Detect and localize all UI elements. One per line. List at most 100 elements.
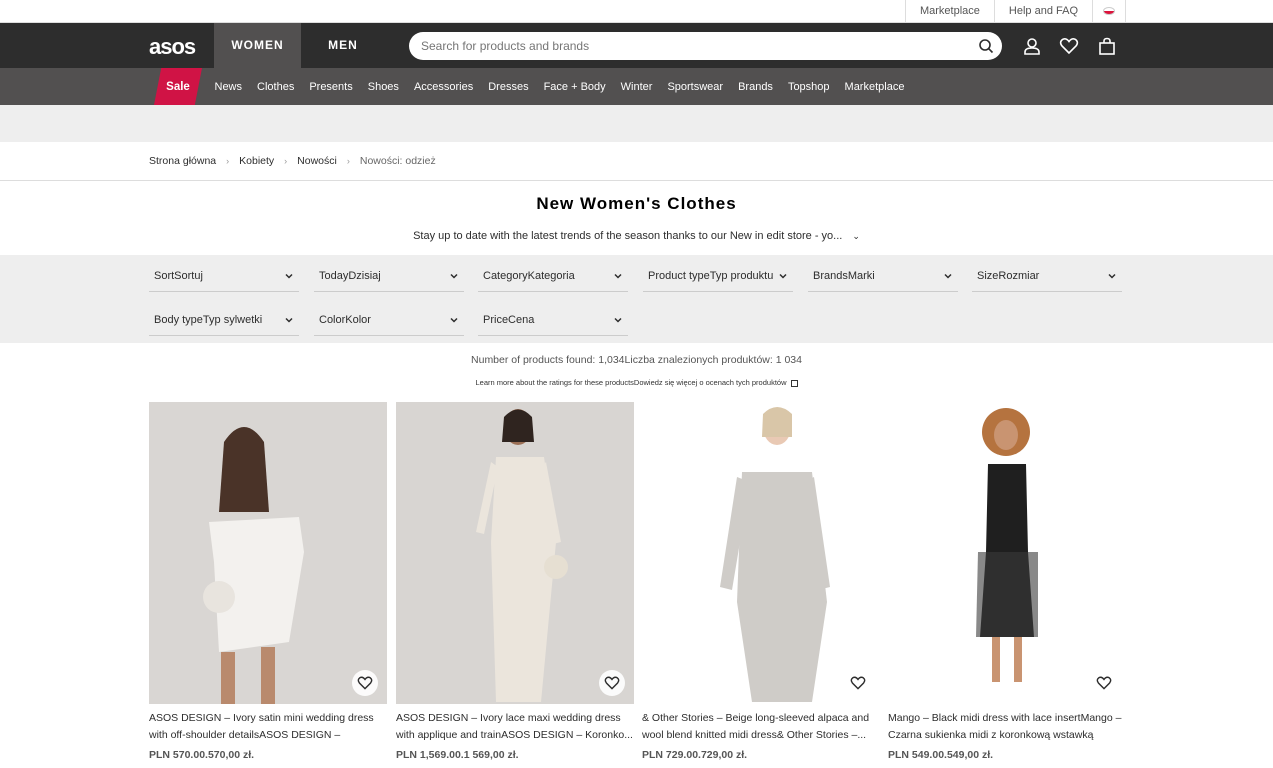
breadcrumb-separator: › bbox=[226, 156, 230, 166]
product-price: PLN 549.00.549,00 zł. bbox=[888, 749, 994, 761]
utility-bar: Marketplace Help and FAQ bbox=[0, 0, 1273, 23]
product-name[interactable]: ASOS DESIGN – Ivory lace maxi wedding dr… bbox=[396, 710, 634, 744]
product-card[interactable]: ASOS DESIGN – Ivory satin mini wedding d… bbox=[149, 402, 387, 761]
product-photo bbox=[642, 402, 880, 704]
ratings-info-link[interactable]: Learn more about the ratings for these p… bbox=[0, 378, 1273, 387]
product-image[interactable] bbox=[642, 402, 880, 704]
nav-item-dresses[interactable]: Dresses bbox=[481, 81, 536, 93]
product-count: Number of products found: 1,034Liczba zn… bbox=[471, 354, 802, 366]
product-photo bbox=[888, 402, 1126, 704]
filter-label: SortSortuj bbox=[154, 269, 203, 282]
nav-item-winter[interactable]: Winter bbox=[613, 81, 660, 93]
product-image[interactable] bbox=[888, 402, 1126, 704]
nav-item-shoes[interactable]: Shoes bbox=[360, 81, 406, 93]
save-for-later-button[interactable] bbox=[845, 670, 871, 696]
filter-bar: SortSortuj TodayDzisiaj CategoryKategori… bbox=[0, 255, 1273, 343]
product-card[interactable]: Mango – Black midi dress with lace inser… bbox=[888, 402, 1126, 761]
product-price: PLN 570.00.570,00 zł. bbox=[149, 749, 255, 761]
ratings-info-text: Learn more about the ratings for these p… bbox=[475, 378, 787, 387]
product-name[interactable]: Mango – Black midi dress with lace inser… bbox=[888, 710, 1126, 744]
bag-icon[interactable] bbox=[1097, 36, 1117, 56]
category-nav: Sale News Clothes Presents Shoes Accesso… bbox=[0, 68, 1273, 105]
tab-women[interactable]: WOMEN bbox=[214, 23, 301, 68]
external-link-icon bbox=[790, 379, 798, 387]
breadcrumb-separator: › bbox=[284, 156, 288, 166]
poland-flag-icon bbox=[1103, 7, 1115, 15]
nav-item-brands[interactable]: Brands bbox=[731, 81, 781, 93]
nav-item-face-body[interactable]: Face + Body bbox=[536, 81, 613, 93]
nav-item-topshop[interactable]: Topshop bbox=[780, 81, 837, 93]
breadcrumb-new[interactable]: Nowości bbox=[297, 155, 337, 167]
breadcrumb-women[interactable]: Kobiety bbox=[239, 155, 274, 167]
breadcrumb-current: Nowości: odzież bbox=[359, 155, 436, 167]
save-for-later-button[interactable] bbox=[599, 670, 625, 696]
tab-men[interactable]: MEN bbox=[301, 23, 385, 68]
page-title: New Women's Clothes bbox=[536, 194, 737, 213]
product-image[interactable] bbox=[149, 402, 387, 704]
breadcrumb-home[interactable]: Strona główna bbox=[149, 155, 216, 167]
filter-label: Product typeTyp produktu bbox=[648, 269, 774, 282]
search-icon[interactable] bbox=[978, 38, 994, 54]
chevron-down-icon bbox=[1108, 273, 1116, 279]
filter-category[interactable]: CategoryKategoria bbox=[478, 260, 628, 292]
product-photo bbox=[396, 402, 634, 704]
filter-label: SizeRozmiar bbox=[977, 269, 1040, 282]
filter-brands[interactable]: BrandsMarki bbox=[808, 260, 958, 292]
chevron-down-icon bbox=[614, 273, 622, 279]
search-bar bbox=[409, 32, 1002, 60]
filter-price[interactable]: PriceCena bbox=[478, 304, 628, 336]
filter-product-type[interactable]: Product typeTyp produktu bbox=[643, 260, 793, 292]
filter-label: ColorKolor bbox=[319, 313, 371, 326]
page-description[interactable]: Stay up to date with the latest trends o… bbox=[0, 230, 1273, 242]
chevron-down-icon[interactable]: ⌄ bbox=[852, 231, 860, 242]
breadcrumb-separator: › bbox=[346, 156, 350, 166]
product-photo bbox=[149, 402, 387, 704]
product-name[interactable]: ASOS DESIGN – Ivory satin mini wedding d… bbox=[149, 710, 387, 744]
chevron-down-icon bbox=[285, 273, 293, 279]
chevron-down-icon bbox=[450, 273, 458, 279]
breadcrumb: Strona główna › Kobiety › Nowości › Nowo… bbox=[0, 142, 1273, 181]
filter-body-type[interactable]: Body typeTyp sylwetki bbox=[149, 304, 299, 336]
filter-size[interactable]: SizeRozmiar bbox=[972, 260, 1122, 292]
nav-item-sale[interactable]: Sale bbox=[154, 68, 202, 105]
chevron-down-icon bbox=[450, 317, 458, 323]
country-selector[interactable] bbox=[1092, 0, 1126, 22]
filter-label: PriceCena bbox=[483, 313, 535, 326]
nav-item-sportswear[interactable]: Sportswear bbox=[660, 81, 731, 93]
promo-banner bbox=[0, 105, 1273, 142]
page-header: New Women's Clothes Stay up to date with… bbox=[0, 181, 1273, 255]
nav-item-news[interactable]: News bbox=[207, 81, 250, 93]
chevron-down-icon bbox=[614, 317, 622, 323]
nav-item-presents[interactable]: Presents bbox=[302, 81, 360, 93]
filter-label: BrandsMarki bbox=[813, 269, 875, 282]
filter-color[interactable]: ColorKolor bbox=[314, 304, 464, 336]
filter-label: CategoryKategoria bbox=[483, 269, 575, 282]
nav-item-marketplace[interactable]: Marketplace bbox=[837, 81, 912, 93]
utility-links: Marketplace Help and FAQ bbox=[904, 0, 1126, 22]
asos-logo[interactable]: asos bbox=[149, 34, 196, 60]
filter-sort[interactable]: SortSortuj bbox=[149, 260, 299, 292]
product-price: PLN 729.00.729,00 zł. bbox=[642, 749, 748, 761]
product-card[interactable]: & Other Stories – Beige long-sleeved alp… bbox=[642, 402, 880, 761]
page-description-text: Stay up to date with the latest trends o… bbox=[413, 230, 843, 242]
product-image[interactable] bbox=[396, 402, 634, 704]
breadcrumb-list: Strona główna › Kobiety › Nowości › Nowo… bbox=[149, 142, 436, 180]
nav-item-clothes[interactable]: Clothes bbox=[250, 81, 302, 93]
marketplace-link[interactable]: Marketplace bbox=[904, 0, 994, 22]
account-icon[interactable] bbox=[1022, 36, 1042, 56]
save-for-later-button[interactable] bbox=[1091, 670, 1117, 696]
save-for-later-button[interactable] bbox=[352, 670, 378, 696]
filter-today[interactable]: TodayDzisiaj bbox=[314, 260, 464, 292]
search-input[interactable] bbox=[409, 32, 1002, 60]
filter-label: TodayDzisiaj bbox=[319, 269, 381, 282]
product-card[interactable]: ASOS DESIGN – Ivory lace maxi wedding dr… bbox=[396, 402, 634, 761]
chevron-down-icon bbox=[779, 273, 787, 279]
product-name[interactable]: & Other Stories – Beige long-sleeved alp… bbox=[642, 710, 880, 744]
heart-icon bbox=[604, 676, 620, 690]
heart-icon[interactable] bbox=[1059, 36, 1079, 56]
nav-item-accessories[interactable]: Accessories bbox=[406, 81, 480, 93]
help-faq-link[interactable]: Help and FAQ bbox=[993, 0, 1092, 22]
chevron-down-icon bbox=[285, 317, 293, 323]
heart-icon bbox=[357, 676, 373, 690]
heart-icon bbox=[1096, 676, 1112, 690]
